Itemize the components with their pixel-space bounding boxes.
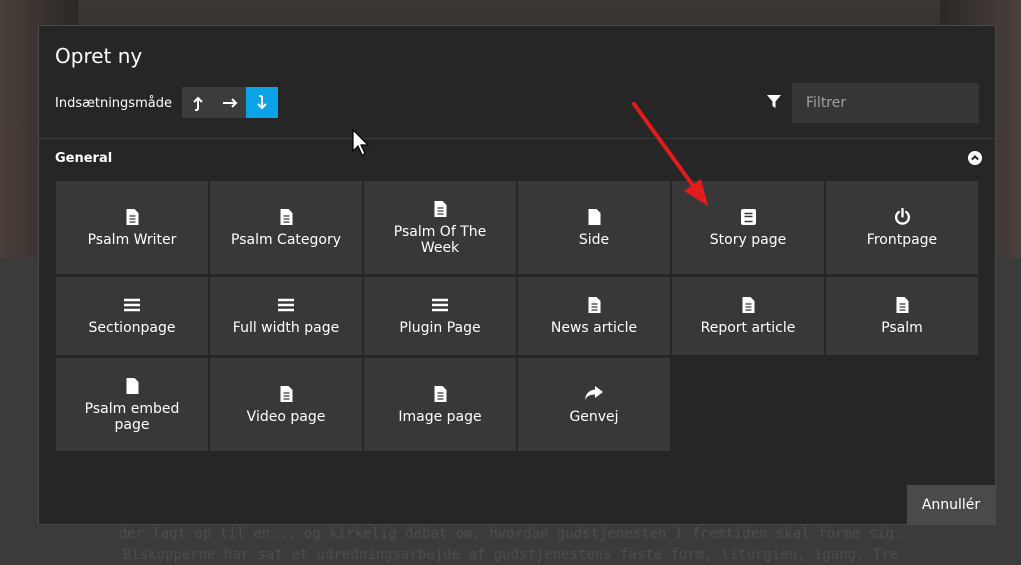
- chevron-up-circle-icon[interactable]: [968, 151, 982, 165]
- file-icon: [588, 208, 601, 226]
- tile-label: Frontpage: [866, 231, 938, 248]
- bars-icon: [432, 296, 448, 314]
- filter-icon: [767, 95, 781, 108]
- tile-psalm-writer[interactable]: Psalm Writer: [56, 181, 208, 274]
- tile-label: Report article: [700, 320, 796, 336]
- file-icon: [126, 377, 139, 395]
- arrow-right-icon: [223, 97, 238, 108]
- file-text-icon: [280, 208, 293, 226]
- file-text-icon: [434, 200, 447, 218]
- tile-side[interactable]: Side: [518, 181, 670, 274]
- background-text-line: der lagt op til en... og kirkelig debat …: [118, 526, 903, 542]
- arrow-turn-up-icon: [193, 96, 203, 111]
- insert-before-button[interactable]: [182, 87, 214, 118]
- tile-label: Genvej: [569, 408, 619, 425]
- file-text-icon: [588, 296, 601, 314]
- tile-label: Full width page: [232, 320, 340, 336]
- mouse-cursor-icon: [352, 129, 370, 156]
- insert-mode-label: Indsætningsmåde: [55, 96, 172, 111]
- tile-frontpage[interactable]: Frontpage: [826, 181, 978, 274]
- file-text-icon: [280, 385, 293, 403]
- tile-label: Psalm Of The Week: [393, 223, 487, 256]
- tile-news-article[interactable]: News article: [518, 277, 670, 355]
- tile-sectionpage[interactable]: Sectionpage: [56, 277, 208, 355]
- divider: [39, 138, 995, 139]
- dialog-title: Opret ny: [55, 44, 143, 68]
- tile-psalm-embed-page[interactable]: Psalm embed page: [56, 358, 208, 451]
- insert-after-button[interactable]: [214, 87, 246, 118]
- bars-icon: [124, 296, 140, 314]
- insert-mode-toggle: [182, 87, 278, 118]
- filter-input[interactable]: [792, 83, 979, 123]
- tile-label: Psalm Category: [231, 231, 341, 248]
- tile-label: News article: [550, 320, 638, 336]
- book-icon: [740, 208, 756, 226]
- arrow-turn-down-icon: [257, 94, 267, 109]
- tile-label: Image page: [398, 408, 482, 425]
- tile-psalm-of-the-week[interactable]: Psalm Of The Week: [364, 181, 516, 274]
- tile-image-page[interactable]: Image page: [364, 358, 516, 451]
- tile-label: Video page: [246, 408, 326, 425]
- section-title-general[interactable]: General: [55, 151, 112, 166]
- tile-psalm-category[interactable]: Psalm Category: [210, 181, 362, 274]
- create-new-dialog: Opret ny Indsætningsmåde General: [38, 25, 996, 525]
- tile-label: Psalm Writer: [87, 231, 177, 248]
- file-text-icon: [434, 385, 447, 403]
- tile-story-page[interactable]: Story page: [672, 181, 824, 274]
- tile-full-width-page[interactable]: Full width page: [210, 277, 362, 355]
- tile-plugin-page[interactable]: Plugin Page: [364, 277, 516, 355]
- tile-label: Psalm: [881, 320, 923, 336]
- tile-label: Psalm embed page: [84, 400, 180, 433]
- tile-report-article[interactable]: Report article: [672, 277, 824, 355]
- cancel-button[interactable]: Annullér: [907, 485, 995, 525]
- power-icon: [894, 208, 911, 226]
- share-icon: [585, 385, 603, 403]
- tile-genvej[interactable]: Genvej: [518, 358, 670, 451]
- insert-inside-button[interactable]: [246, 87, 278, 118]
- bars-icon: [278, 296, 294, 314]
- tile-psalm[interactable]: Psalm: [826, 277, 978, 355]
- tile-label: Story page: [709, 231, 787, 248]
- tile-label: Plugin Page: [399, 320, 481, 336]
- tile-label: Sectionpage: [88, 320, 176, 336]
- tile-label: Side: [578, 231, 610, 248]
- background-text-line: Biskopperne har sat et udredningsarbejde…: [122, 547, 899, 563]
- file-text-icon: [896, 296, 909, 314]
- file-text-icon: [742, 296, 755, 314]
- file-text-icon: [126, 208, 139, 226]
- tile-video-page[interactable]: Video page: [210, 358, 362, 451]
